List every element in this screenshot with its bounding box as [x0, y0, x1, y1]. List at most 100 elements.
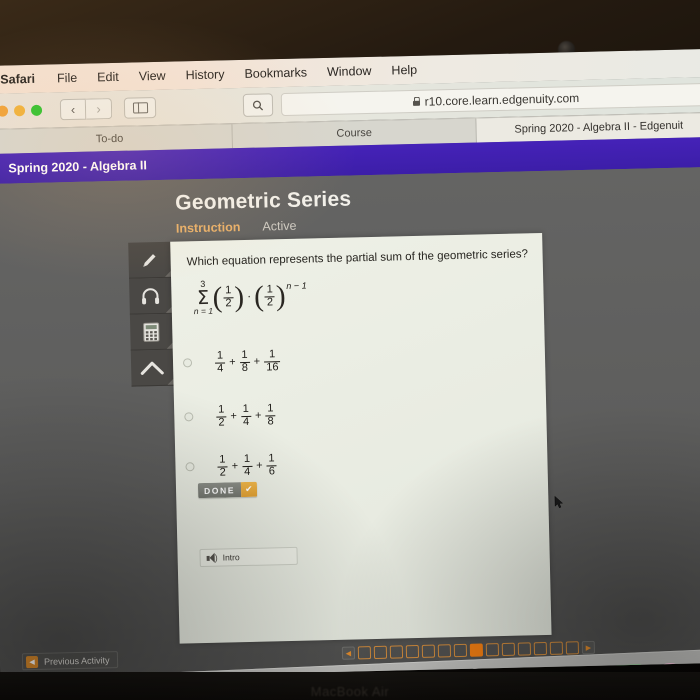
menubar-app-name[interactable]: Safari — [0, 72, 47, 87]
menubar-item-bookmarks[interactable]: Bookmarks — [234, 65, 317, 81]
menubar-item-file[interactable]: File — [47, 71, 87, 86]
arrow-left-icon: ◀ — [25, 655, 39, 668]
minimize-window-button[interactable] — [13, 105, 26, 117]
opt2-t1-den: 2 — [216, 415, 227, 429]
radio-button-1[interactable] — [182, 357, 193, 367]
maximize-window-button[interactable] — [30, 104, 43, 116]
opt2-t2-num: 1 — [242, 402, 249, 415]
done-button[interactable]: DONE ✔ — [197, 481, 257, 499]
audio-player[interactable]: ) Intro — [199, 546, 298, 568]
pager-step-12[interactable] — [533, 641, 548, 656]
radio-button-2[interactable] — [184, 411, 194, 421]
first-term-denominator: 2 — [223, 296, 234, 310]
pager-step-11[interactable] — [517, 642, 532, 656]
answer-expression-2: 12 + 14 + 18 — [215, 402, 277, 429]
opt3-t3-den: 6 — [266, 464, 278, 478]
navigation-buttons: ‹ › — [59, 98, 113, 121]
menubar-item-help[interactable]: Help — [381, 63, 427, 78]
pager-next-button[interactable]: ▶ — [581, 640, 596, 655]
opt3-t2-den: 4 — [242, 465, 253, 479]
laptop-display: Safari File Edit View History Bookmarks … — [0, 48, 700, 680]
answer-expression-1: 14 + 18 + 1 16 — [214, 348, 282, 375]
lesson-page: Geometric Series Instruction Active Whic… — [0, 166, 700, 680]
first-term-numerator: 1 — [225, 284, 232, 297]
close-paren-2: ) — [275, 279, 286, 312]
opt2-t3-den: 8 — [265, 414, 276, 428]
pager-step-3[interactable] — [389, 645, 404, 659]
previous-activity-label: Previous Activity — [43, 654, 110, 667]
mouse-cursor — [554, 495, 564, 509]
breadcrumb: Spring 2020 - Algebra II — [8, 158, 148, 176]
pager-step-14[interactable] — [565, 641, 580, 655]
calculator-icon[interactable] — [129, 313, 173, 351]
tool-rail — [128, 241, 174, 387]
ratio-numerator: 1 — [266, 283, 273, 296]
pager-step-6[interactable] — [437, 644, 452, 658]
highlighter-icon[interactable] — [128, 241, 172, 279]
pager-step-7[interactable] — [453, 643, 468, 658]
menubar-item-view[interactable]: View — [129, 69, 176, 84]
address-bar[interactable]: r10.core.learn.edgenuity.com — [280, 82, 700, 117]
plus-3b: + — [256, 459, 263, 472]
summation-formula: 3 Σ n = 1 ( 1 2 ) · ( 1 2) n − 1 — [193, 273, 307, 322]
opt2-t2-den: 4 — [240, 415, 252, 429]
exponent: n − 1 — [286, 280, 307, 291]
pager-step-8-current[interactable] — [469, 643, 484, 657]
sigma-block: 3 Σ n = 1 — [193, 279, 213, 316]
sigma-symbol: Σ — [196, 287, 210, 310]
opt2-t3-num: 1 — [267, 402, 274, 415]
menubar-item-history[interactable]: History — [175, 67, 234, 82]
tab-instruction[interactable]: Instruction — [176, 220, 241, 236]
collapse-up-icon[interactable] — [130, 349, 174, 387]
opt3-t1-num: 1 — [219, 453, 226, 466]
menubar-item-window[interactable]: Window — [317, 64, 382, 80]
opt1-t3-num: 1 — [268, 348, 276, 361]
previous-activity-button[interactable]: ◀ Previous Activity — [21, 651, 118, 671]
pager-prev-button[interactable]: ◀ — [341, 646, 356, 660]
answer-option-1[interactable]: 14 + 18 + 1 16 — [182, 329, 535, 389]
pager-step-2[interactable] — [373, 645, 388, 660]
radio-button-3[interactable] — [185, 461, 195, 471]
open-paren-2: ( — [253, 280, 265, 313]
open-paren-1: ( — [212, 281, 223, 314]
sidebar-toggle-icon[interactable] — [123, 97, 157, 119]
speaker-waves-icon: ) — [214, 552, 218, 563]
plus-3a: + — [231, 460, 239, 473]
lock-icon — [413, 97, 420, 106]
forward-icon[interactable]: › — [85, 98, 113, 120]
opt3-t2-num: 1 — [243, 452, 251, 465]
opt1-t3-den: 16 — [264, 360, 281, 374]
close-window-button[interactable] — [0, 105, 9, 117]
opt1-t1-den: 4 — [215, 361, 226, 375]
pager-step-9[interactable] — [485, 643, 500, 657]
device-label: MacBook Air — [310, 684, 390, 699]
ratio-fraction: 1 2 — [264, 283, 276, 309]
check-icon: ✔ — [240, 481, 257, 498]
back-icon[interactable]: ‹ — [59, 98, 87, 121]
multiply-symbol: · — [246, 288, 252, 303]
plus-2b: + — [254, 409, 262, 422]
tab-active[interactable]: Active — [262, 219, 296, 234]
question-card: Which equation represents the partial su… — [170, 232, 552, 644]
plus-2a: + — [230, 410, 238, 423]
ratio-denominator: 2 — [264, 295, 276, 309]
pager-step-5[interactable] — [421, 644, 436, 658]
opt3-t3-num: 1 — [268, 452, 275, 465]
pager-step-4[interactable] — [405, 644, 420, 659]
audio-label: Intro — [222, 552, 240, 563]
page-title: Geometric Series — [175, 187, 352, 215]
photo-of-laptop-screen: Safari File Edit View History Bookmarks … — [0, 0, 700, 700]
opt1-t1-num: 1 — [216, 349, 224, 362]
question-prompt: Which equation represents the partial su… — [186, 248, 529, 269]
address-bar-url: r10.core.learn.edgenuity.com — [424, 90, 580, 109]
headphones-icon[interactable] — [129, 277, 172, 315]
opt2-t1-num: 1 — [218, 403, 225, 416]
lesson-subtabs: Instruction Active — [176, 219, 297, 236]
search-icon[interactable] — [242, 93, 274, 117]
opt1-t2-den: 8 — [239, 361, 251, 375]
pager-step-1[interactable] — [357, 646, 372, 660]
pager-step-13[interactable] — [549, 641, 564, 655]
opt3-t1-den: 2 — [217, 465, 228, 479]
pager-step-10[interactable] — [501, 642, 516, 657]
menubar-item-edit[interactable]: Edit — [87, 70, 129, 85]
